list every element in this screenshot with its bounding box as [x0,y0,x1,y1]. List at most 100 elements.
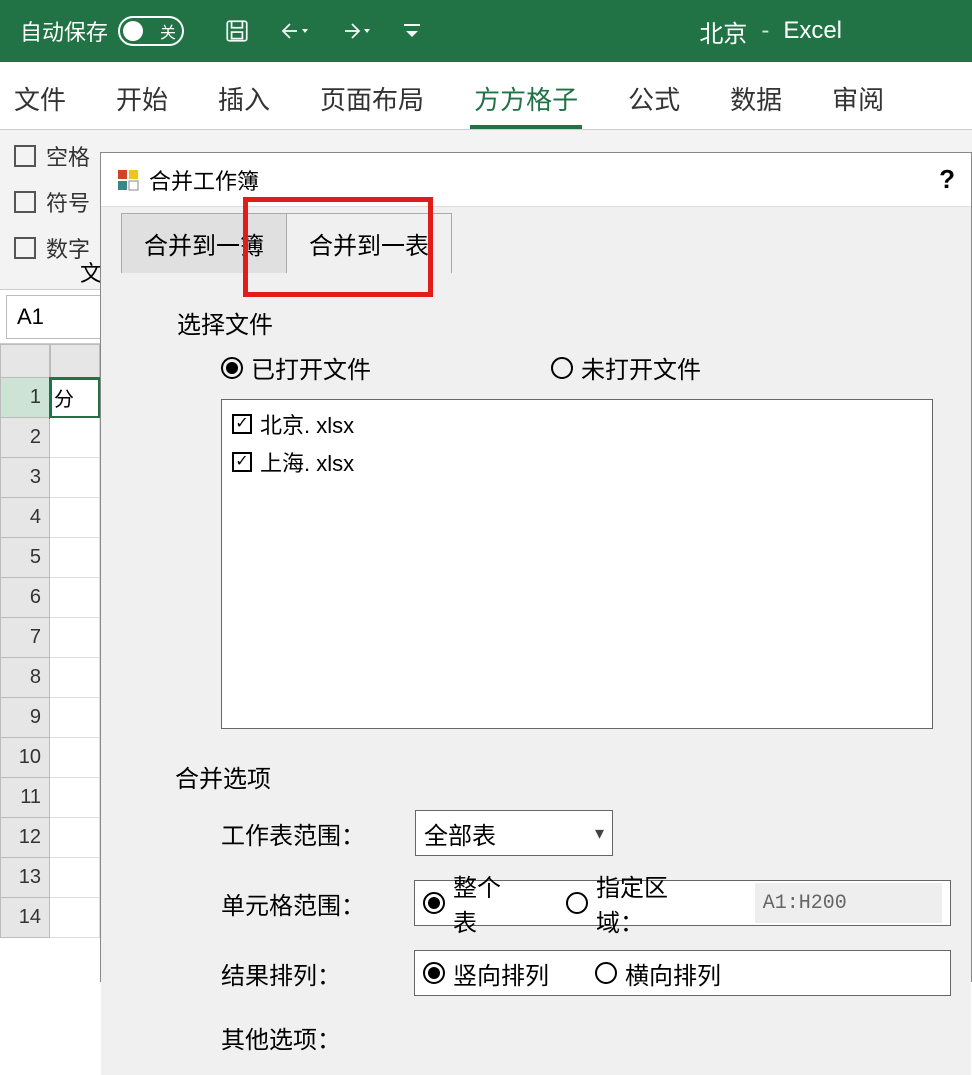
cell[interactable] [50,418,100,458]
file-source-radio-row: 已打开文件 未打开文件 [221,350,951,385]
row-header-1[interactable]: 1 [0,378,50,418]
cell-a1[interactable]: 分 [50,378,100,418]
dialog-title-bar[interactable]: 合并工作簿 ? [101,153,971,207]
radio-icon [566,892,588,914]
ribbon-text-fragment: 文 [80,256,102,288]
checkbox-icon [14,145,36,167]
radio-vertical[interactable]: 竖向排列 [423,956,549,991]
cell-range-row: 单元格范围： 整个表 指定区域： A1:H200 [221,880,951,926]
range-input[interactable]: A1:H200 [755,883,942,923]
tab-data[interactable]: 数据 [726,80,786,129]
save-icon[interactable] [224,18,250,44]
col-header-a[interactable] [50,344,100,378]
row-header-2[interactable]: 2 [0,418,50,458]
dialog-body: 合并到一簿 合并到一表 选择文件 已打开文件 未打开文件 北京. xlsx [101,217,971,1075]
ribbon-chk-space-label: 空格 [46,140,90,172]
title-separator: - [761,17,769,45]
autosave-switch[interactable]: 关 [118,16,184,46]
cell[interactable] [50,658,100,698]
radio-icon [423,892,445,914]
radio-whole-sheet[interactable]: 整个表 [423,868,520,938]
autosave-label: 自动保存 [20,15,108,47]
checkbox-icon [14,191,36,213]
row-header-11[interactable]: 11 [0,778,50,818]
radio-horizontal[interactable]: 横向排列 [595,956,721,991]
file-list-box[interactable]: 北京. xlsx 上海. xlsx [221,399,933,729]
checkbox-icon[interactable] [232,452,252,472]
result-arrange-label: 结果排列： [221,956,390,991]
select-all-corner[interactable] [0,344,50,378]
radio-icon [595,962,617,984]
tab-home[interactable]: 开始 [112,80,172,129]
cell-range-radio-group: 整个表 指定区域： A1:H200 [414,880,951,926]
cell[interactable] [50,818,100,858]
dialog-tab-merge-to-workbook[interactable]: 合并到一簿 [121,213,287,273]
radio-opened-files[interactable]: 已打开文件 [221,350,371,385]
cell[interactable] [50,858,100,898]
file-list-item[interactable]: 北京. xlsx [232,408,922,440]
dialog-title-text: 合并工作簿 [149,164,259,196]
cell[interactable] [50,618,100,658]
row-header-14[interactable]: 14 [0,898,50,938]
radio-icon [551,357,573,379]
row-header-8[interactable]: 8 [0,658,50,698]
file-list-item[interactable]: 上海. xlsx [232,446,922,478]
row-header-9[interactable]: 9 [0,698,50,738]
radio-unopened-files[interactable]: 未打开文件 [551,350,701,385]
row-header-7[interactable]: 7 [0,618,50,658]
radio-specified-range[interactable]: 指定区域： [566,868,709,938]
chevron-down-icon: ▾ [595,823,604,844]
sheet-range-value: 全部表 [424,816,496,851]
row-header-12[interactable]: 12 [0,818,50,858]
qat-customize-icon[interactable] [402,21,422,41]
checkbox-icon [14,237,36,259]
merge-workbooks-dialog: 合并工作簿 ? 合并到一簿 合并到一表 选择文件 已打开文件 未打开文件 [100,152,972,982]
tab-insert[interactable]: 插入 [214,80,274,129]
cell[interactable] [50,458,100,498]
radio-specified-label: 指定区域： [596,868,709,938]
checkbox-icon[interactable] [232,414,252,434]
undo-icon[interactable] [278,18,312,44]
cell[interactable] [50,578,100,618]
spreadsheet-grid: 1分 2 3 4 5 6 7 8 9 10 11 12 13 14 [0,344,100,938]
cell-range-label: 单元格范围： [221,886,390,921]
select-file-section: 选择文件 已打开文件 未打开文件 北京. xlsx 上海. xl [121,273,951,729]
tab-file[interactable]: 文件 [10,80,70,129]
dialog-app-icon [117,169,139,191]
file-name: 上海. xlsx [260,446,354,478]
cell[interactable] [50,778,100,818]
tab-page-layout[interactable]: 页面布局 [316,80,428,129]
cell[interactable] [50,498,100,538]
name-box[interactable]: A1 [6,295,106,339]
dialog-tabs: 合并到一簿 合并到一表 [121,217,951,273]
row-header-10[interactable]: 10 [0,738,50,778]
result-arrange-radio-group: 竖向排列 横向排列 [414,950,951,996]
tab-ffgz[interactable]: 方方格子 [470,80,582,129]
cell[interactable] [50,538,100,578]
dialog-help-button[interactable]: ? [939,164,955,195]
dialog-tab-merge-to-sheet[interactable]: 合并到一表 [286,213,452,273]
radio-whole-label: 整个表 [453,868,520,938]
sheet-range-select[interactable]: 全部表 ▾ [415,810,613,856]
radio-vertical-label: 竖向排列 [453,956,549,991]
cell[interactable] [50,698,100,738]
cell[interactable] [50,898,100,938]
autosave-toggle[interactable]: 自动保存 关 [20,15,184,47]
other-options-label: 其他选项： [221,1020,391,1055]
radio-unopened-label: 未打开文件 [581,350,701,385]
radio-icon [423,962,445,984]
doc-name: 北京 [699,14,747,49]
window-title: 北京 - Excel [699,14,842,49]
radio-horizontal-label: 横向排列 [625,956,721,991]
row-header-3[interactable]: 3 [0,458,50,498]
cell[interactable] [50,738,100,778]
redo-icon[interactable] [340,18,374,44]
row-header-4[interactable]: 4 [0,498,50,538]
tab-formulas[interactable]: 公式 [624,80,684,129]
row-header-5[interactable]: 5 [0,538,50,578]
ribbon-chk-symbol-label: 符号 [46,186,90,218]
row-header-6[interactable]: 6 [0,578,50,618]
row-header-13[interactable]: 13 [0,858,50,898]
tab-review[interactable]: 审阅 [828,80,888,129]
other-options-row: 其他选项： [221,1020,951,1055]
